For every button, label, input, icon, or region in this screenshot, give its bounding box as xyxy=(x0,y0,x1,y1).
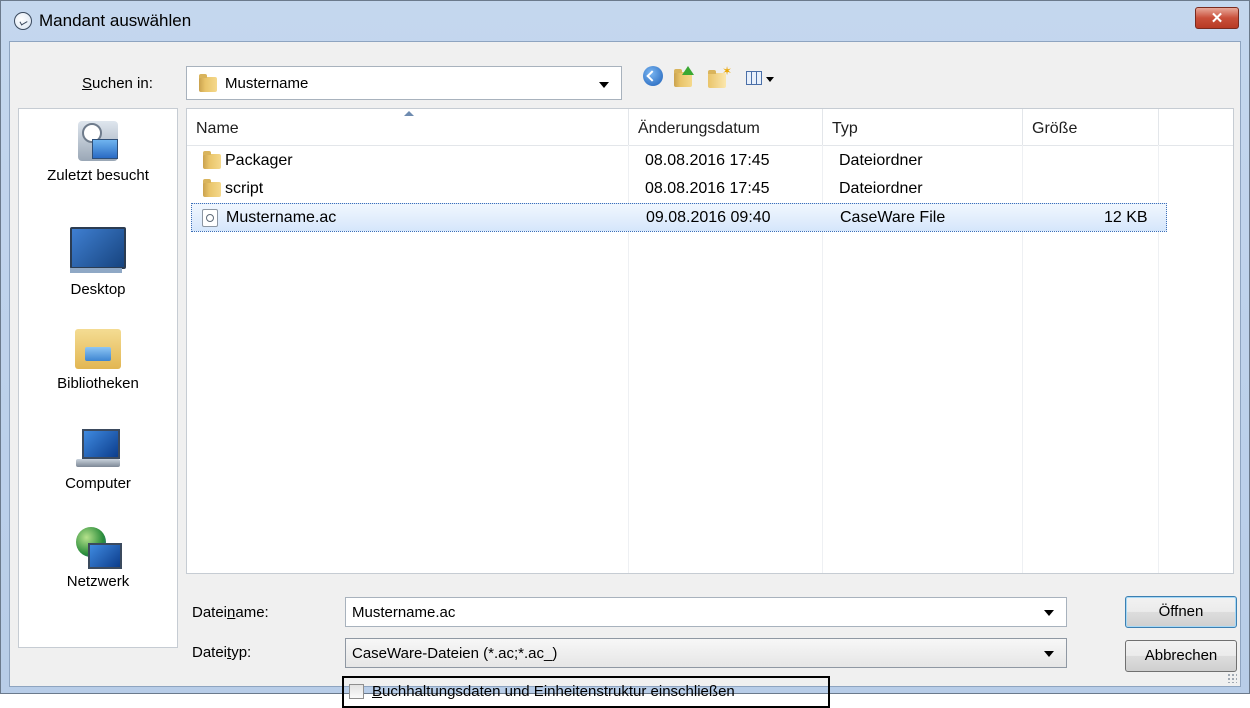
folder-icon xyxy=(708,70,726,88)
network-icon xyxy=(76,527,122,571)
desktop-icon xyxy=(70,227,126,273)
place-desktop[interactable]: Desktop xyxy=(19,227,177,298)
file-type: Dateiordner xyxy=(839,180,923,197)
place-label: Desktop xyxy=(70,281,126,298)
place-label: Zuletzt besucht xyxy=(47,167,149,184)
close-button[interactable]: ✕ xyxy=(1195,7,1239,29)
file-row-selected[interactable]: Mustername.ac 09.08.2016 09:40 CaseWare … xyxy=(191,203,1167,232)
resize-grip-icon[interactable] xyxy=(1227,673,1237,683)
recent-places-icon xyxy=(78,121,118,161)
file-type: CaseWare File xyxy=(840,209,946,226)
place-recent[interactable]: Zuletzt besucht xyxy=(19,121,177,184)
place-libraries[interactable]: Bibliotheken xyxy=(19,329,177,392)
dialog-client-area: Suchen in: Mustername Zuletzt besucht De… xyxy=(9,41,1241,708)
file-list[interactable]: Name Änderungsdatum Typ Größe Packager 0… xyxy=(186,108,1234,574)
column-header: Name Änderungsdatum Typ Größe xyxy=(187,109,1233,146)
place-computer[interactable]: Computer xyxy=(19,429,177,492)
file-row[interactable]: script 08.08.2016 17:45 Dateiordner xyxy=(191,175,1167,203)
folder-icon xyxy=(203,151,221,169)
file-date: 08.08.2016 17:45 xyxy=(645,152,770,169)
filetype-label: Dateityp: xyxy=(192,644,252,661)
places-bar: Zuletzt besucht Desktop Bibliotheken Com… xyxy=(18,108,178,648)
caseware-file-icon xyxy=(202,209,218,227)
include-accounting-checkbox[interactable] xyxy=(349,684,364,699)
back-icon[interactable] xyxy=(643,66,663,86)
include-accounting-data-option: Buchhaltungsdaten und Einheitenstruktur … xyxy=(342,676,830,708)
file-size: 12 KB xyxy=(1104,209,1148,226)
filename-field[interactable]: Mustername.ac xyxy=(345,597,1067,627)
include-accounting-label[interactable]: Buchhaltungsdaten und Einheitenstruktur … xyxy=(372,683,735,700)
open-button[interactable]: Öffnen xyxy=(1125,596,1237,628)
file-date: 08.08.2016 17:45 xyxy=(645,180,770,197)
file-name: script xyxy=(225,180,264,197)
file-type: Dateiordner xyxy=(839,152,923,169)
place-label: Netzwerk xyxy=(66,573,130,590)
computer-icon xyxy=(76,429,120,467)
dialog-window: Mandant auswählen ✕ Suchen in: Musternam… xyxy=(0,0,1250,708)
caseware-app-icon xyxy=(14,12,32,30)
file-name: Packager xyxy=(225,152,293,169)
chevron-down-icon[interactable] xyxy=(1044,610,1054,616)
up-folder-icon[interactable] xyxy=(674,66,696,90)
place-label: Computer xyxy=(65,475,131,492)
filetype-value: CaseWare-Dateien (*.ac;*.ac_) xyxy=(352,645,558,662)
place-network[interactable]: Netzwerk xyxy=(19,527,177,590)
file-row[interactable]: Packager 08.08.2016 17:45 Dateiordner xyxy=(191,147,1167,175)
folder-icon xyxy=(199,74,217,92)
window-title: Mandant auswählen xyxy=(39,11,192,30)
sort-ascending-icon xyxy=(404,111,414,116)
folder-icon xyxy=(674,69,692,87)
grid-view-icon xyxy=(746,71,762,85)
cancel-button[interactable]: Abbrechen xyxy=(1125,640,1237,672)
place-label: Bibliotheken xyxy=(57,375,139,392)
filetype-dropdown[interactable]: CaseWare-Dateien (*.ac;*.ac_) xyxy=(345,638,1067,668)
filename-label: Dateiname: xyxy=(192,604,269,621)
look-in-dropdown[interactable]: Mustername xyxy=(186,66,622,100)
new-folder-icon[interactable] xyxy=(708,64,732,90)
chevron-down-icon xyxy=(599,82,609,88)
column-header-date[interactable]: Änderungsdatum xyxy=(629,109,823,145)
title-bar[interactable]: Mandant auswählen ✕ xyxy=(1,1,1249,41)
column-header-name[interactable]: Name xyxy=(187,109,629,145)
file-name: Mustername.ac xyxy=(226,209,337,226)
libraries-icon xyxy=(75,329,121,369)
chevron-down-icon xyxy=(766,77,774,82)
chevron-down-icon xyxy=(1044,651,1054,657)
filename-value: Mustername.ac xyxy=(352,604,456,621)
view-menu-icon[interactable] xyxy=(746,66,778,90)
look-in-value: Mustername xyxy=(225,75,309,92)
folder-icon xyxy=(203,179,221,197)
column-header-size[interactable]: Größe xyxy=(1023,109,1159,145)
look-in-label: Suchen in: xyxy=(82,75,153,92)
column-header-type[interactable]: Typ xyxy=(823,109,1023,145)
file-date: 09.08.2016 09:40 xyxy=(646,209,771,226)
